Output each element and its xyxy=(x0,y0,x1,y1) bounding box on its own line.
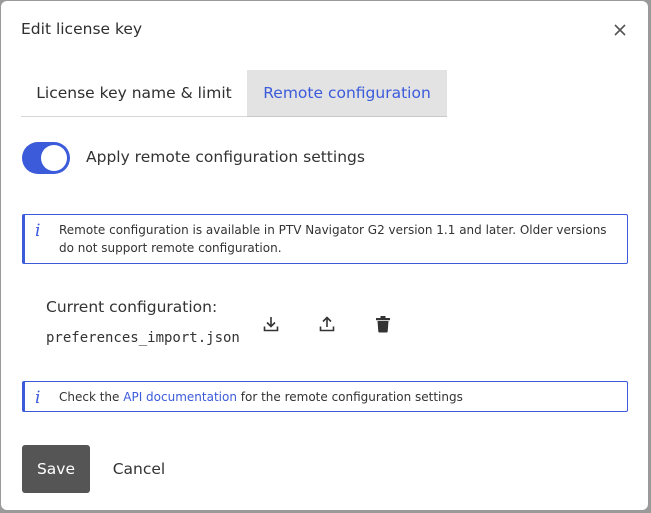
cancel-button[interactable]: Cancel xyxy=(105,445,173,493)
version-info-text: Remote configuration is available in PTV… xyxy=(59,223,607,255)
remote-config-toggle[interactable] xyxy=(22,142,70,174)
info-icon: i xyxy=(35,388,41,408)
version-info-box: i Remote configuration is available in P… xyxy=(22,214,628,264)
delete-button[interactable] xyxy=(371,312,395,336)
dialog-title: Edit license key xyxy=(21,20,143,38)
save-button[interactable]: Save xyxy=(22,445,90,493)
upload-icon xyxy=(319,316,335,332)
upload-button[interactable] xyxy=(315,312,339,336)
download-button[interactable] xyxy=(259,312,283,336)
current-configuration-label: Current configuration: xyxy=(46,298,218,316)
toggle-knob xyxy=(41,145,67,171)
tab-license-key-name-limit[interactable]: License key name & limit xyxy=(21,70,247,117)
edit-license-dialog: Edit license key License key name & limi… xyxy=(1,1,648,510)
api-info-text: Check the API documentation for the remo… xyxy=(59,388,613,406)
close-icon xyxy=(614,24,626,36)
configuration-filename: preferences_import.json xyxy=(46,330,240,346)
tab-bar: License key name & limit Remote configur… xyxy=(21,70,447,117)
info-icon: i xyxy=(35,221,41,241)
trash-icon xyxy=(376,316,390,333)
download-icon xyxy=(263,317,279,332)
api-info-suffix: for the remote configuration settings xyxy=(240,390,463,404)
api-documentation-link[interactable]: API documentation xyxy=(123,390,237,404)
tab-remote-configuration[interactable]: Remote configuration xyxy=(247,70,447,117)
remote-config-toggle-label: Apply remote configuration settings xyxy=(86,148,365,166)
api-info-box: i Check the API documentation for the re… xyxy=(22,381,628,412)
api-info-prefix: Check the xyxy=(59,390,120,404)
close-button[interactable] xyxy=(608,18,632,42)
